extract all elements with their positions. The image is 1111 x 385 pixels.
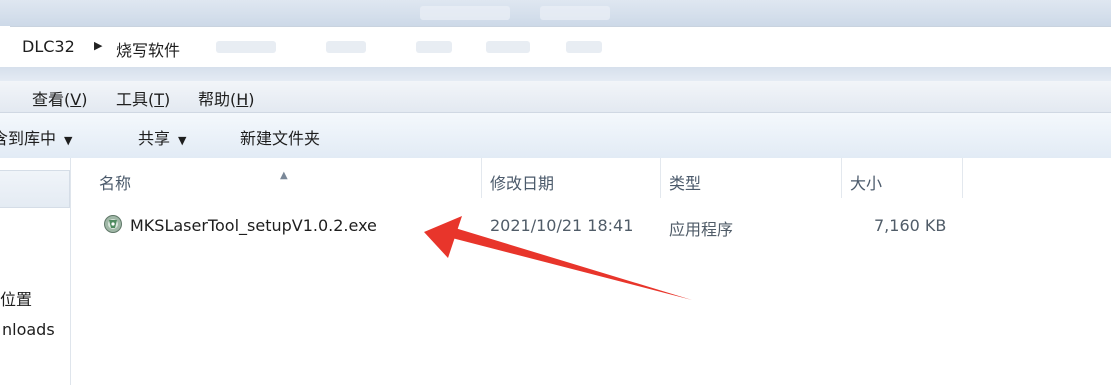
blurred-region — [216, 41, 276, 53]
new-folder-button[interactable]: 新建文件夹 — [240, 125, 320, 149]
blurred-region — [540, 6, 610, 20]
nav-item-downloads[interactable]: nloads — [2, 320, 55, 339]
include-in-library-button[interactable]: 含到库中 ▼ — [0, 125, 72, 149]
file-modified-date: 2021/10/21 18:41 — [490, 216, 634, 235]
navigation-pane: 的位置 nloads — [0, 158, 71, 385]
toolbar-gap — [0, 67, 1111, 81]
breadcrumb-item-dlc32[interactable]: DLC32 — [22, 37, 75, 56]
column-header-type[interactable]: 类型 — [661, 158, 841, 198]
file-row[interactable]: MKSLaserTool_setupV1.0.2.exe 2021/10/21 … — [71, 208, 1111, 242]
chevron-down-icon: ▼ — [178, 134, 187, 147]
file-name[interactable]: MKSLaserTool_setupV1.0.2.exe — [130, 216, 377, 235]
menu-view[interactable]: 查看(V) — [32, 86, 87, 110]
breadcrumb-item-current[interactable]: 烧写软件 — [116, 37, 180, 61]
share-button[interactable]: 共享 ▼ — [138, 125, 186, 149]
column-header-size[interactable]: 大小 — [842, 158, 962, 198]
breadcrumb-chevron-icon[interactable]: ▶ — [94, 39, 102, 52]
blurred-region — [420, 6, 510, 20]
file-type: 应用程序 — [669, 220, 734, 239]
file-size: 7,160 KB — [874, 216, 947, 235]
blurred-region — [416, 41, 452, 53]
command-toolbar: 含到库中 ▼ 共享 ▼ 新建文件夹 — [0, 113, 1111, 159]
menu-bar: 查看(V) 工具(T) 帮助(H) — [0, 81, 1111, 113]
blurred-region — [326, 41, 366, 53]
address-bar[interactable]: DLC32 ▶ 烧写软件 — [10, 26, 1111, 69]
sort-ascending-icon: ▲ — [280, 170, 288, 181]
blurred-region — [566, 41, 602, 53]
window-title-bar — [0, 0, 1111, 26]
menu-tools[interactable]: 工具(T) — [116, 86, 170, 110]
file-list: 名称 ▲ 修改日期 类型 大小 MKSLaserTool_setupV1.0.2… — [71, 158, 1111, 385]
nav-item-recent-places[interactable]: 的位置 — [0, 286, 32, 310]
column-header-modified[interactable]: 修改日期 — [482, 158, 660, 198]
blurred-region — [486, 41, 530, 53]
chevron-down-icon: ▼ — [64, 134, 73, 147]
column-divider[interactable] — [962, 158, 963, 198]
column-header-name[interactable]: 名称 ▲ — [71, 158, 481, 198]
nav-selected-item[interactable] — [0, 170, 70, 208]
installer-disc-icon — [104, 215, 122, 233]
menu-help[interactable]: 帮助(H) — [198, 86, 255, 110]
